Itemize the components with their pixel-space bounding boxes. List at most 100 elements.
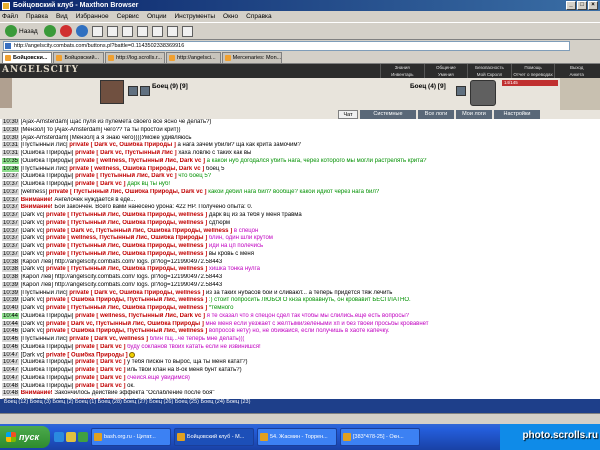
chat-author[interactable]: [Dark vc] xyxy=(21,305,45,311)
chat-author[interactable]: [Карол Лев] xyxy=(21,274,53,280)
chat-timestamp[interactable]: 10:30 xyxy=(2,119,20,125)
chat-timestamp[interactable]: 10:30 xyxy=(2,126,20,133)
chat-timestamp[interactable]: 10:39 xyxy=(2,289,20,296)
quick-launch-media-icon[interactable] xyxy=(78,432,88,442)
chat-author[interactable]: [Мензол] xyxy=(21,127,45,133)
chat-private-recipients[interactable]: private [ wellness, Ошибка Природы, Dark… xyxy=(69,166,204,172)
chat-private-recipients[interactable]: private [ Пустынный Лис, Ошибка Природы,… xyxy=(49,189,207,195)
chat-tab[interactable]: Чат xyxy=(338,110,358,119)
chat-author[interactable]: [Dark vc] xyxy=(21,235,45,241)
game-nav-item[interactable]: Выход xyxy=(554,64,598,71)
chat-tab[interactable]: Мои логи xyxy=(456,110,492,119)
chat-timestamp[interactable]: 10:37 xyxy=(2,204,20,211)
chat-timestamp[interactable]: 10:47 xyxy=(2,352,20,359)
chat-author[interactable]: [Ошибка Природы] xyxy=(21,181,74,187)
chat-private-recipients[interactable]: private [ Dark vc ] xyxy=(75,181,125,187)
right-fighter-name[interactable]: Боец (4) [9] xyxy=(410,83,446,90)
menu-item[interactable]: Справка xyxy=(246,13,272,20)
chat-timestamp[interactable]: 10:48 xyxy=(2,382,20,389)
menu-item[interactable]: Окно xyxy=(223,13,238,20)
chat-timestamp[interactable]: 10:37 xyxy=(2,173,20,180)
chat-private-recipients[interactable]: private [ Dark vc, Пустынный Лис, Ошибка… xyxy=(46,228,232,234)
chat-private-recipients[interactable]: private [ Dark vc, wellness ] xyxy=(69,336,148,342)
chat-timestamp[interactable]: 10:37 xyxy=(2,181,20,187)
chat-private-recipients[interactable]: private [ Dark vc ] xyxy=(75,367,125,373)
chat-timestamp[interactable]: 10:37 xyxy=(2,212,20,218)
chat-author[interactable]: [Ошибка Природы] xyxy=(21,375,74,381)
close-button[interactable]: × xyxy=(588,1,598,10)
browser-tab[interactable]: http://log.scrolls.r... xyxy=(105,52,166,63)
menu-item[interactable]: Сервис xyxy=(117,13,139,20)
chat-timestamp[interactable]: 10:47 xyxy=(2,374,20,381)
game-nav-item[interactable]: Общение xyxy=(423,64,468,71)
chat-author[interactable]: [Dark vc] xyxy=(21,228,45,234)
chat-timestamp[interactable]: 10:47 xyxy=(2,367,20,373)
chat-author[interactable]: [Dark vc] xyxy=(21,297,45,303)
chat-timestamp[interactable]: 10:37 xyxy=(2,227,20,234)
start-button[interactable]: пуск xyxy=(0,426,50,448)
taskbar-task[interactable]: Бойцовский клуб - M... xyxy=(174,428,254,446)
new-tab-icon[interactable] xyxy=(136,25,148,37)
left-effect-icon[interactable] xyxy=(128,86,138,96)
menu-item[interactable]: Опции xyxy=(147,13,167,20)
taskbar-task[interactable]: 54. Жасмин - Торрен... xyxy=(257,428,337,446)
chat-private-recipients[interactable]: private [ Пустынный Лис, Dark vc ] xyxy=(75,173,177,179)
chat-timestamp[interactable]: 10:36 xyxy=(2,165,20,172)
chat-private-recipients[interactable]: private [ Dark vc ] xyxy=(75,383,125,389)
chat-author[interactable]: [Ошибка Природы] xyxy=(21,173,74,179)
chat-timestamp[interactable]: 10:38 xyxy=(2,266,20,273)
chat-private-recipients[interactable]: private [ Dark vc, Пустынный Лис ] xyxy=(75,150,177,156)
chat-timestamp[interactable]: 10:31 xyxy=(2,142,20,149)
chat-timestamp[interactable]: 10:31 xyxy=(2,150,20,156)
browser-tab[interactable]: http://angelsci... xyxy=(166,52,221,63)
chat-timestamp[interactable]: 10:46 xyxy=(2,336,20,342)
chat-author[interactable]: [Карол Лев] xyxy=(21,282,53,288)
quick-launch-desktop-icon[interactable] xyxy=(66,432,76,442)
game-nav-item[interactable]: Помощь xyxy=(510,64,555,71)
game-nav-item[interactable]: Безопасность xyxy=(467,64,511,71)
chat-private-recipients[interactable]: private [ wellness, Пустынный Лис, Dark … xyxy=(75,158,205,164)
chat-tab[interactable]: Все логи xyxy=(418,110,454,119)
chat-private-recipients[interactable]: private [ wellness, Пустынный Лис, Ошибк… xyxy=(46,235,207,241)
home-icon[interactable] xyxy=(91,25,103,37)
chat-timestamp[interactable]: 10:44 xyxy=(2,312,20,319)
chat-private-recipients[interactable]: private [ Ошибка Природы, Пустынный Лис,… xyxy=(46,297,207,303)
game-nav-item[interactable]: Знания xyxy=(380,64,424,71)
menu-item[interactable]: Вид xyxy=(56,13,68,20)
chat-tab[interactable]: Системные сообщения xyxy=(360,110,416,126)
menu-item[interactable]: Файл xyxy=(2,13,18,20)
mail-icon[interactable] xyxy=(166,25,178,37)
forward-arrow-icon[interactable] xyxy=(43,25,56,37)
chat-author[interactable]: [Карол Лев] xyxy=(21,259,53,265)
chat-tab[interactable]: Настройки xyxy=(494,110,540,119)
chat-timestamp[interactable]: 10:37 xyxy=(2,219,20,226)
chat-timestamp[interactable]: 10:37 xyxy=(2,243,20,249)
chat-timestamp[interactable]: 10:38 xyxy=(2,274,20,280)
chat-author[interactable]: [Dark vc] xyxy=(21,321,45,327)
chat-private-recipients[interactable]: private [ Пустынный Лис, Ошибка Природы,… xyxy=(46,251,207,257)
tools-icon[interactable] xyxy=(151,25,163,37)
chat-author[interactable]: [Ошибка Природы] xyxy=(21,367,74,373)
chat-timestamp[interactable]: 10:37 xyxy=(2,250,20,257)
chat-log[interactable]: 10:30 [Ajax-Amsterdam] щас пуля из пулем… xyxy=(0,119,600,399)
chat-author[interactable]: [Dark vc] xyxy=(21,352,45,358)
menu-item[interactable]: Инструменты xyxy=(175,13,216,20)
chat-private-recipients[interactable]: private [ Ошибка Природы ] xyxy=(46,352,128,358)
chat-author[interactable]: [Ajax-Amsterdam] xyxy=(21,135,69,141)
chat-private-recipients[interactable]: private [ Пустынный Лис, Ошибка Природы,… xyxy=(46,305,207,311)
back-button[interactable]: Назад xyxy=(3,24,40,38)
chat-author[interactable]: [Пустынный Лис] xyxy=(21,336,68,342)
chat-timestamp[interactable]: 10:37 xyxy=(2,196,20,203)
history-icon[interactable] xyxy=(121,25,133,37)
chat-author[interactable]: [wellness] xyxy=(21,189,47,195)
game-nav-item[interactable]: Анкета xyxy=(554,71,598,78)
chat-timestamp[interactable]: 10:37 xyxy=(2,188,20,195)
chat-timestamp[interactable]: 10:38 xyxy=(2,258,20,265)
chat-author[interactable]: [Ошибка Природы] xyxy=(21,383,74,389)
maximize-button[interactable]: □ xyxy=(577,1,587,10)
chat-private-recipients[interactable]: private [ Пустынный Лис, Ошибка Природы,… xyxy=(46,212,207,218)
taskbar-task[interactable]: bash.org.ru - Цитат... xyxy=(91,428,171,446)
chat-author[interactable]: [Пустынный Лис] xyxy=(21,290,68,296)
chat-timestamp[interactable]: 10:44 xyxy=(2,320,20,327)
chat-author[interactable]: [Ajax-Amsterdam] xyxy=(21,119,69,125)
